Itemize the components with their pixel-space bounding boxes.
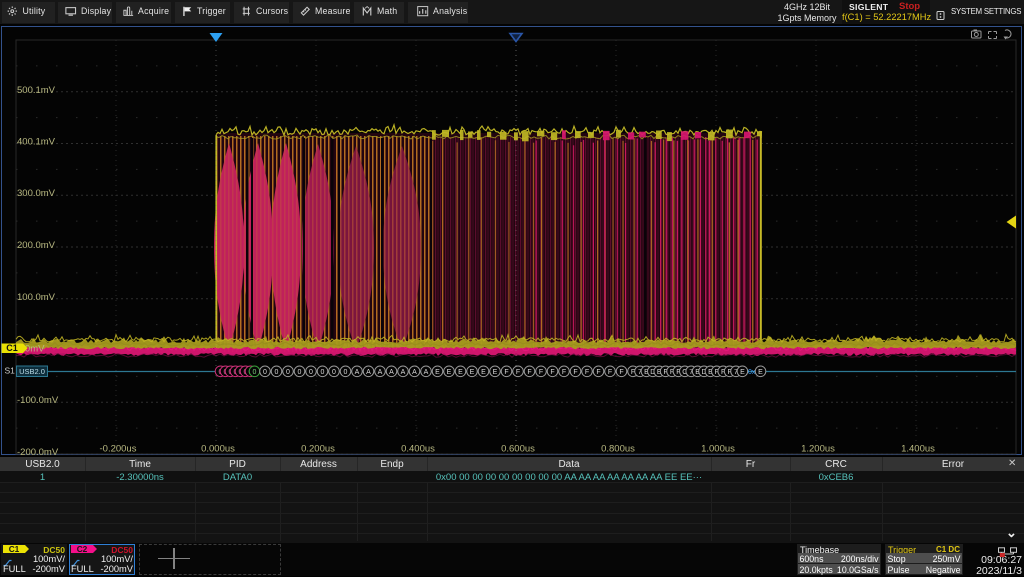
svg-text:100.0mV: 100.0mV xyxy=(17,292,56,303)
svg-text:E: E xyxy=(758,369,763,376)
svg-text:0.000us: 0.000us xyxy=(201,443,235,454)
svg-text:A: A xyxy=(389,369,394,376)
svg-text:200.0mV: 200.0mV xyxy=(17,240,56,251)
svg-text:A: A xyxy=(378,369,383,376)
svg-text:0: 0 xyxy=(332,369,336,376)
svg-text:0: 0 xyxy=(286,369,290,376)
svg-text:0.400us: 0.400us xyxy=(401,443,435,454)
svg-text:F: F xyxy=(504,369,508,376)
svg-text:400.1mV: 400.1mV xyxy=(17,137,56,148)
svg-text:E: E xyxy=(493,369,498,376)
svg-text:USB2.0: USB2.0 xyxy=(19,367,45,376)
svg-text:-200.0mV: -200.0mV xyxy=(17,447,59,456)
svg-text:-0.200us: -0.200us xyxy=(100,443,137,454)
svg-text:0.200us: 0.200us xyxy=(301,443,335,454)
svg-text:0: 0 xyxy=(253,369,257,376)
svg-text:A: A xyxy=(401,369,406,376)
svg-text:0.800us: 0.800us xyxy=(601,443,635,454)
svg-text:0: 0 xyxy=(298,369,302,376)
svg-text:0: 0 xyxy=(344,369,348,376)
svg-text:E: E xyxy=(740,369,745,376)
svg-text:C1: C1 xyxy=(6,343,18,353)
svg-text:300.0mV: 300.0mV xyxy=(17,188,56,199)
svg-text:F: F xyxy=(573,369,577,376)
svg-text:F: F xyxy=(562,369,566,376)
svg-text:F: F xyxy=(539,369,543,376)
svg-text:-100.0mV: -100.0mV xyxy=(17,395,59,406)
svg-text:0: 0 xyxy=(321,369,325,376)
svg-text:0.600us: 0.600us xyxy=(501,443,535,454)
svg-text:500.1mV: 500.1mV xyxy=(17,85,56,96)
svg-text:A: A xyxy=(412,369,417,376)
svg-text:F: F xyxy=(596,369,600,376)
svg-text:E: E xyxy=(458,369,463,376)
svg-text:A: A xyxy=(366,369,371,376)
svg-text:1.000us: 1.000us xyxy=(701,443,735,454)
svg-text:1.400us: 1.400us xyxy=(901,443,935,454)
svg-text:F: F xyxy=(619,369,623,376)
svg-text:E: E xyxy=(447,369,452,376)
svg-text:A: A xyxy=(355,369,360,376)
svg-text:S1: S1 xyxy=(5,366,16,376)
svg-text:F: F xyxy=(585,369,589,376)
svg-text:1.200us: 1.200us xyxy=(801,443,835,454)
svg-text:0: 0 xyxy=(263,369,267,376)
svg-text:F: F xyxy=(608,369,612,376)
svg-text:A: A xyxy=(424,369,429,376)
svg-text:F: F xyxy=(527,369,531,376)
svg-text:0: 0 xyxy=(275,369,279,376)
svg-text:E: E xyxy=(481,369,486,376)
svg-text:F: F xyxy=(550,369,554,376)
svg-text:0: 0 xyxy=(309,369,313,376)
svg-text:F: F xyxy=(516,369,520,376)
svg-text:E: E xyxy=(435,369,440,376)
svg-text:E: E xyxy=(470,369,475,376)
